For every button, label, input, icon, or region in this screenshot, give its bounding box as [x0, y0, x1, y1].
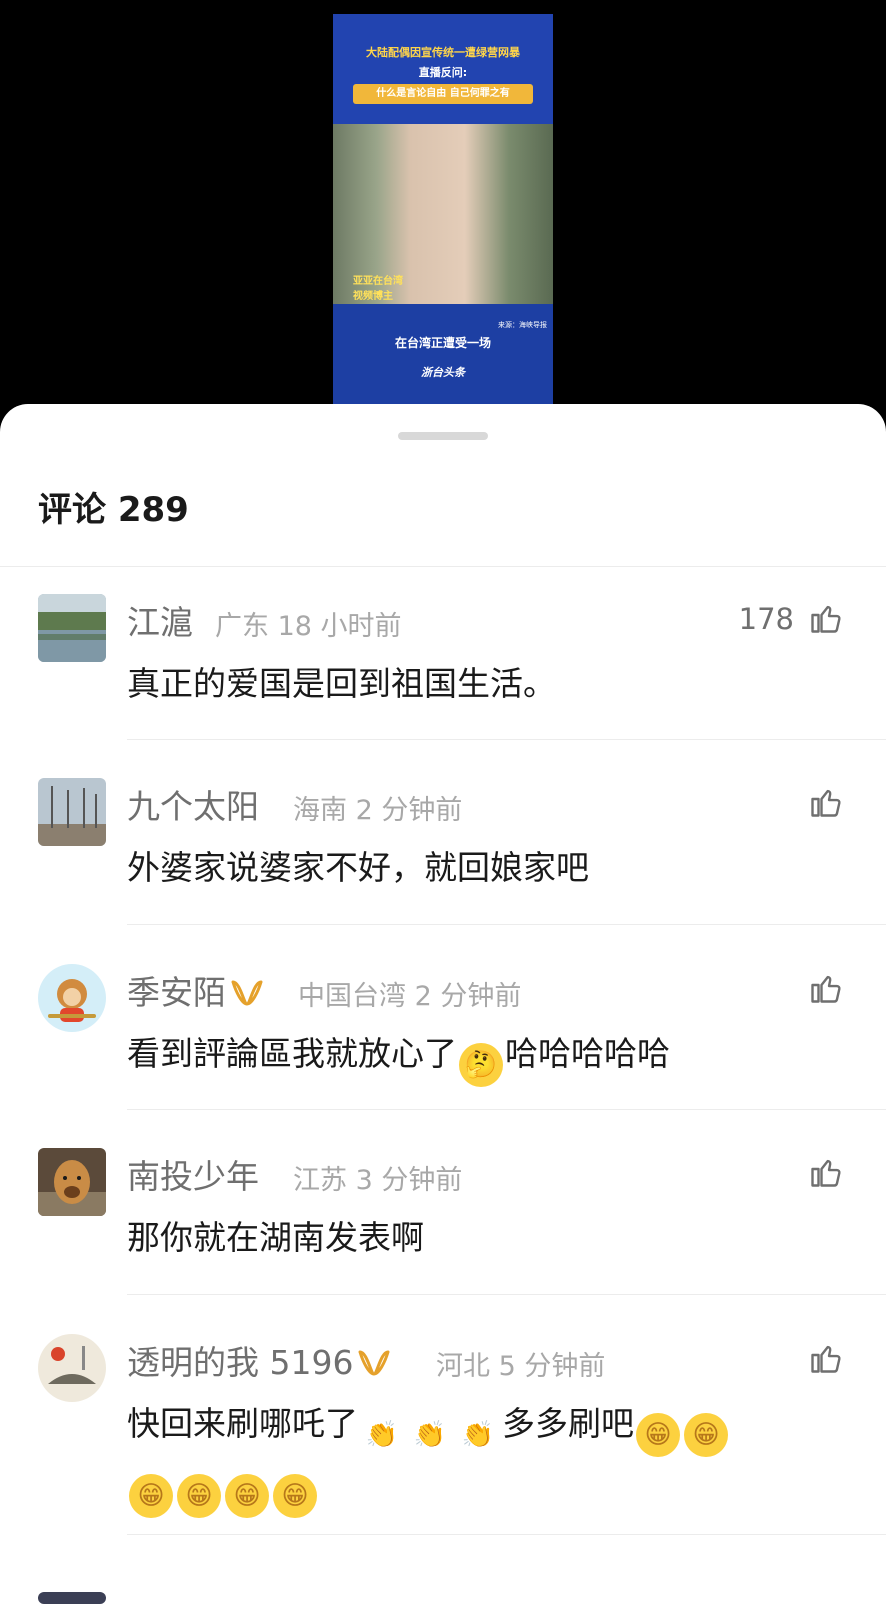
caption-line-2: 视频博主: [353, 291, 393, 302]
timestamp: 3 分钟前: [355, 1165, 463, 1196]
thumbnail-source: 来源：海峡导报: [498, 321, 547, 329]
thumbnail-subhead: 直播反问:: [418, 66, 468, 79]
region: 河北: [436, 1351, 490, 1382]
grinning-face-icon: 😁: [129, 1474, 173, 1518]
region: 中国台湾: [298, 981, 406, 1012]
username[interactable]: 九个太阳: [127, 780, 259, 828]
avatar[interactable]: [38, 778, 106, 846]
username[interactable]: 季安陌: [127, 966, 264, 1014]
thumbs-up-icon[interactable]: [808, 784, 844, 820]
thumbnail-banner: 什么是言论自由 自己何罪之有: [353, 84, 533, 104]
timestamp: 2 分钟前: [355, 795, 463, 826]
drag-handle[interactable]: [398, 432, 488, 440]
monkey-avatar-image: [38, 964, 106, 1032]
grinning-face-icon: 😁: [177, 1474, 221, 1518]
timestamp: 2 分钟前: [414, 981, 522, 1012]
clapping-hands-icon: 👏: [413, 1420, 447, 1450]
thumbs-up-icon[interactable]: [808, 1340, 844, 1376]
grinning-face-icon: 😁: [684, 1413, 728, 1457]
grinning-face-icon: 😁: [636, 1413, 680, 1457]
comment-meta: 江苏 3 分钟前: [293, 1158, 462, 1197]
username[interactable]: 南投少年: [127, 1150, 259, 1198]
username-text: 透明的我 5196: [127, 1343, 354, 1382]
comment-divider: [127, 924, 886, 925]
thumbs-up-icon[interactable]: [808, 970, 844, 1006]
thinking-face-icon: 🤔: [459, 1043, 503, 1087]
comments-title: 评论 289: [38, 490, 189, 530]
username[interactable]: 江滬: [127, 596, 193, 644]
caption-line-1: 亚亚在台湾: [353, 276, 403, 287]
timestamp: 18 小时前: [277, 611, 402, 642]
comment-text-part: 快回来刷哪吒了: [127, 1404, 358, 1443]
landscape-avatar-image: [38, 594, 106, 662]
region: 江苏: [293, 1165, 347, 1196]
comment-text: 外婆家说婆家不好，就回娘家吧: [127, 848, 589, 887]
comment-text: 那你就在湖南发表啊: [127, 1218, 424, 1257]
region: 海南: [293, 795, 347, 826]
vip-badge-icon: [357, 1343, 391, 1382]
video-area[interactable]: 大陆配偶因宣传统一遭绿营网暴 直播反问: 什么是言论自由 自己何罪之有 亚亚在台…: [0, 0, 886, 420]
username-text: 季安陌: [127, 973, 226, 1012]
clapping-hands-icon: 👏: [461, 1420, 495, 1450]
comment-text: 看到評論區我就放心了 🤔 哈哈哈哈哈: [127, 1026, 827, 1087]
vip-badge-icon: [230, 973, 264, 1012]
thumbnail-caption: 亚亚在台湾 视频博主: [353, 274, 403, 304]
grinning-face-icon: 😁: [273, 1474, 317, 1518]
comment-meta: 海南 2 分钟前: [293, 788, 462, 827]
header-divider: [0, 566, 886, 567]
thumbs-up-icon[interactable]: [808, 600, 844, 636]
clapping-hands-icon: 👏: [365, 1420, 399, 1450]
region: 广东: [215, 611, 269, 642]
thumbs-up-icon[interactable]: [808, 1154, 844, 1190]
avatar[interactable]: [38, 594, 106, 662]
grinning-face-icon: 😁: [225, 1474, 269, 1518]
avatar[interactable]: [38, 964, 106, 1032]
video-thumbnail[interactable]: 大陆配偶因宣传统一遭绿营网暴 直播反问: 什么是言论自由 自己何罪之有 亚亚在台…: [333, 14, 553, 404]
comment-meta: 中国台湾 2 分钟前: [298, 974, 521, 1013]
dog-avatar-image: [38, 1148, 106, 1216]
avatar[interactable]: [38, 1592, 106, 1604]
comment-text-suffix: 哈哈哈哈哈: [505, 1034, 670, 1073]
comment-text: 真正的爱国是回到祖国生活。: [127, 664, 556, 703]
windmill-avatar-image: [38, 778, 106, 846]
thumbnail-subtitle: 在台湾正遭受一场: [394, 336, 491, 350]
avatar[interactable]: [38, 1148, 106, 1216]
thumbnail-logo: 浙台头条: [421, 366, 465, 379]
avatar[interactable]: [38, 1334, 106, 1402]
comment-text-mid: 多多刷吧: [502, 1404, 634, 1443]
comment-divider: [127, 1534, 886, 1535]
thumbnail-headline: 大陆配偶因宣传统一遭绿营网暴: [366, 46, 520, 59]
comment-divider: [127, 1109, 886, 1110]
comment-text-part: 看到評論區我就放心了: [127, 1034, 457, 1073]
comment-meta: 河北 5 分钟前: [436, 1344, 605, 1383]
comment-divider: [127, 739, 886, 740]
comment-text: 快回来刷哪吒了 👏 👏 👏 多多刷吧 😁 😁 😁 😁 😁 😁: [127, 1396, 827, 1518]
comment-divider: [127, 1294, 886, 1295]
ink-painting-avatar-image: [38, 1334, 106, 1402]
comment-meta: 广东 18 小时前: [215, 604, 402, 643]
like-count: 178: [738, 602, 794, 636]
username[interactable]: 透明的我 5196: [127, 1336, 391, 1384]
timestamp: 5 分钟前: [498, 1351, 606, 1382]
comments-sheet: 评论 289 江滬 广东 18 小时前 178 真正的爱国是回到祖国生活。 九个…: [0, 404, 886, 1604]
